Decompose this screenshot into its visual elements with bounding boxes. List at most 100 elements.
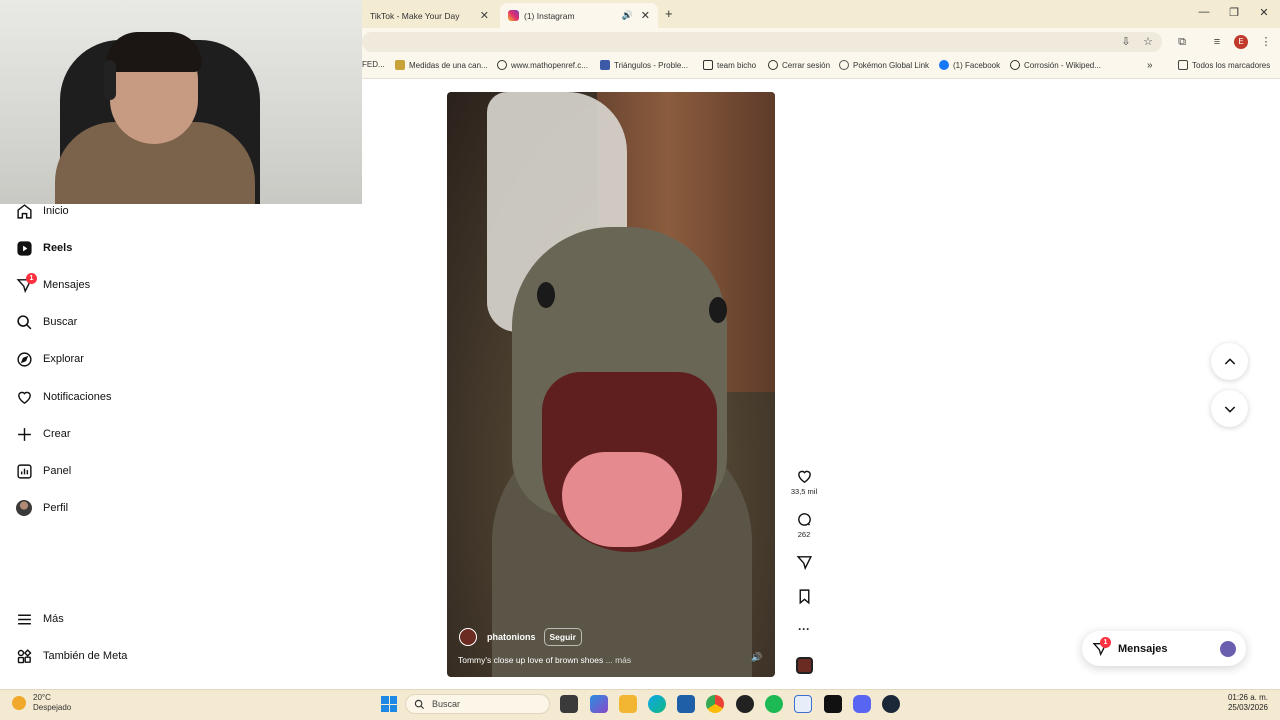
- bookmark-label: www.mathopenref.c...: [511, 60, 588, 70]
- bookmark-item[interactable]: (1) Facebook: [939, 60, 1000, 70]
- heart-icon: [797, 470, 811, 484]
- sidebar-item-label: Crear: [43, 428, 71, 440]
- store-icon[interactable]: [677, 695, 695, 713]
- menu-kebab-icon[interactable]: ⋮: [1258, 34, 1274, 50]
- task-view-icon[interactable]: [560, 695, 578, 713]
- bookmark-item[interactable]: team bicho: [703, 60, 756, 70]
- star-icon[interactable]: ☆: [1140, 34, 1156, 50]
- author-name[interactable]: phatonions: [487, 632, 536, 642]
- app-icon[interactable]: [736, 695, 754, 713]
- avatar: [15, 499, 33, 517]
- clock-time: 01:26 a. m.: [1227, 693, 1268, 702]
- discord-icon[interactable]: [853, 695, 871, 713]
- media-icon[interactable]: ≡: [1209, 34, 1225, 50]
- address-bar[interactable]: [362, 32, 1162, 52]
- like-button[interactable]: 33,5 mil: [786, 468, 822, 496]
- meta-apps-icon: [15, 647, 33, 665]
- turtle-eye: [709, 297, 727, 323]
- new-tab-icon[interactable]: +: [665, 6, 673, 21]
- file-explorer-icon[interactable]: [619, 695, 637, 713]
- hamburger-icon: [15, 610, 33, 628]
- comment-button[interactable]: 262: [786, 511, 822, 539]
- sidebar-item-panel[interactable]: Panel: [15, 461, 71, 481]
- caption-text: Tommy's close up love of brown shoes: [458, 655, 604, 665]
- audio-thumbnail[interactable]: [796, 657, 813, 674]
- notification-badge: 1: [26, 273, 37, 284]
- next-reel-button[interactable]: [1211, 390, 1248, 427]
- sidebar-item-perfil[interactable]: Perfil: [15, 498, 68, 518]
- turtle-tongue: [562, 452, 682, 547]
- close-tab-icon[interactable]: ✕: [480, 9, 489, 22]
- chevron-up-icon: [1224, 357, 1235, 365]
- capcut-icon[interactable]: [824, 695, 842, 713]
- close-window-icon[interactable]: ✕: [1254, 6, 1274, 19]
- reel-author[interactable]: phatonions Seguir: [459, 628, 582, 646]
- follow-button[interactable]: Seguir: [543, 628, 582, 646]
- search-icon: [15, 313, 33, 331]
- sidebar-item-crear[interactable]: Crear: [15, 424, 71, 444]
- more-options-icon[interactable]: ···: [786, 622, 822, 636]
- sidebar-item-explorar[interactable]: Explorar: [15, 349, 84, 369]
- messages-pill[interactable]: 1 Mensajes: [1082, 631, 1246, 666]
- bookmark-item[interactable]: FED...: [362, 60, 385, 69]
- weather-widget[interactable]: 20°C Despejado: [12, 693, 71, 713]
- reel-video[interactable]: phatonions Seguir Tommy's close up love …: [447, 92, 775, 677]
- bookmark-label: Todos los marcadores: [1192, 60, 1271, 70]
- profile-button[interactable]: E: [1234, 35, 1248, 49]
- bookmark-label: (1) Facebook: [953, 60, 1001, 70]
- steam-icon[interactable]: [882, 695, 900, 713]
- sidebar-item-meta[interactable]: También de Meta: [15, 646, 127, 666]
- save-button[interactable]: [786, 588, 822, 607]
- sidebar-item-label: Más: [43, 613, 64, 625]
- messages-pill-label: Mensajes: [1118, 642, 1168, 655]
- taskbar: [0, 689, 1280, 720]
- extensions-icon[interactable]: ⧉: [1174, 34, 1190, 50]
- system-clock[interactable]: 01:26 a. m. 25/03/2026: [1210, 693, 1268, 713]
- globe-icon: [497, 60, 507, 70]
- sidebar-item-label: Notificaciones: [43, 391, 112, 403]
- sidebar-item-notificaciones[interactable]: Notificaciones: [15, 387, 111, 407]
- speaker-icon[interactable]: 🔊: [622, 10, 633, 21]
- bookmark-item[interactable]: Medidas de una can...: [395, 60, 488, 70]
- tab-tiktok[interactable]: TikTok - Make Your Day ✕: [362, 3, 497, 28]
- sidebar-item-reels[interactable]: Reels: [15, 238, 72, 258]
- install-icon[interactable]: ⇩: [1118, 34, 1134, 50]
- clock-date: 25/03/2026: [1227, 703, 1268, 712]
- bookmarks-overflow-icon[interactable]: »: [1147, 60, 1153, 71]
- caption-more-link[interactable]: ... más: [606, 655, 632, 665]
- bookmark-item[interactable]: Triángulos - Proble...: [600, 60, 688, 70]
- bookmark-item[interactable]: Cerrar sesión: [768, 60, 830, 70]
- author-avatar[interactable]: [459, 628, 477, 646]
- chrome-icon[interactable]: [706, 695, 724, 713]
- app-icon[interactable]: [590, 695, 608, 713]
- bookmark-item[interactable]: Pokémon Global Link: [839, 60, 929, 70]
- restore-icon[interactable]: ❐: [1224, 6, 1244, 19]
- minimize-icon[interactable]: —: [1194, 6, 1214, 18]
- bookmark-item[interactable]: Corrosión - Wikiped...: [1010, 60, 1101, 70]
- heart-icon: [15, 388, 33, 406]
- sidebar-item-buscar[interactable]: Buscar: [15, 312, 77, 332]
- tab-title: (1) Instagram: [524, 10, 575, 21]
- share-button[interactable]: [786, 554, 822, 573]
- edge-icon[interactable]: [648, 695, 666, 713]
- share-icon: [796, 556, 812, 571]
- previous-reel-button[interactable]: [1211, 343, 1248, 380]
- sidebar-item-mensajes[interactable]: 1 Mensajes: [15, 273, 90, 295]
- tab-instagram[interactable]: (1) Instagram 🔊 ✕: [500, 3, 658, 28]
- webcam-overlay: [0, 0, 362, 204]
- sidebar-item-label: Perfil: [43, 502, 69, 514]
- pokeball-icon: [839, 60, 849, 70]
- sidebar-item-mas[interactable]: Más: [15, 609, 64, 629]
- taskbar-search[interactable]: Buscar: [405, 694, 550, 714]
- close-tab-icon[interactable]: ✕: [641, 9, 650, 22]
- windows-start-icon[interactable]: [381, 696, 397, 712]
- bookmark-item[interactable]: www.mathopenref.c...: [497, 60, 588, 70]
- sidebar-item-inicio[interactable]: Inicio: [15, 201, 69, 221]
- taskbar-search-placeholder: Buscar: [432, 699, 461, 709]
- site-icon: [600, 60, 610, 70]
- bookmarks-folder[interactable]: Todos los marcadores: [1178, 60, 1270, 70]
- spotify-icon[interactable]: [765, 695, 783, 713]
- facebook-icon: [939, 60, 949, 70]
- shield-icon[interactable]: [794, 695, 812, 713]
- sound-icon[interactable]: 🔊: [751, 652, 762, 663]
